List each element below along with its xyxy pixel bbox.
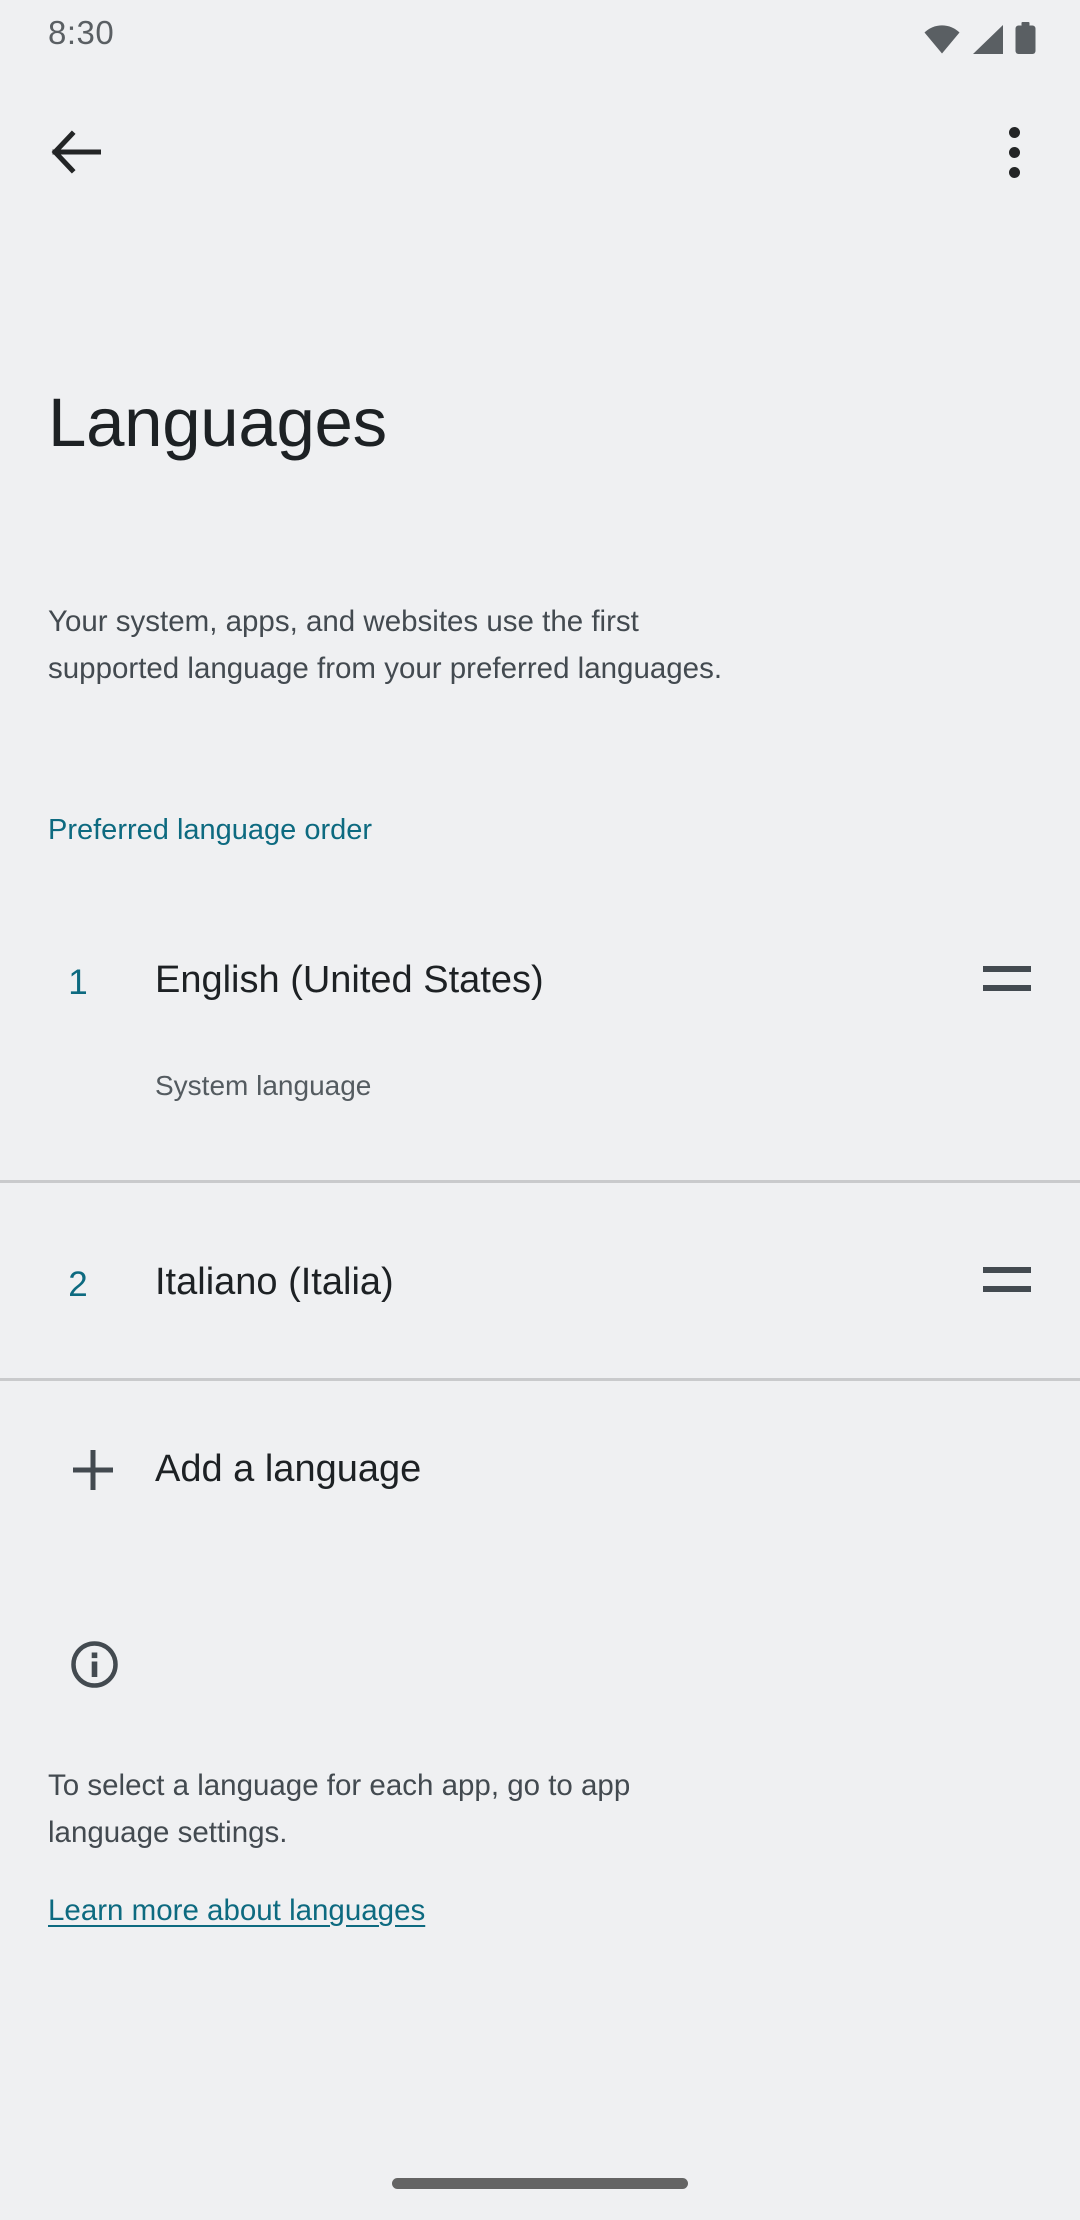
page-title: Languages: [48, 384, 387, 461]
language-subtitle: System language: [155, 1070, 372, 1101]
cell-signal-icon: [973, 25, 1003, 54]
drag-handle-bar: [983, 965, 1031, 972]
more-vert-icon-dot: [1008, 146, 1020, 158]
back-button[interactable]: [30, 112, 122, 192]
add-language-label: Add a language: [155, 1448, 422, 1490]
learn-more-link[interactable]: Learn more about languages: [48, 1890, 425, 1932]
more-vert-icon-dot: [1008, 126, 1020, 138]
language-order-number: 2: [68, 1265, 88, 1304]
language-list-item[interactable]: 2 Italiano (Italia): [0, 1183, 1080, 1380]
drag-handle-icon[interactable]: [983, 1265, 1031, 1293]
back-arrow-icon: [51, 130, 101, 174]
language-name: English (United States): [155, 959, 544, 1001]
more-vert-icon-dot: [1008, 166, 1020, 178]
drag-handle-icon[interactable]: [983, 964, 1031, 992]
home-indicator[interactable]: [392, 2178, 688, 2189]
overflow-menu-button[interactable]: [968, 112, 1060, 192]
language-order-number: 1: [68, 963, 88, 1002]
language-name: Italiano (Italia): [155, 1261, 394, 1303]
status-bar-icons: [924, 16, 1036, 54]
info-circle-icon: [71, 1641, 118, 1688]
drag-handle-bar: [983, 1266, 1031, 1273]
status-bar: 8:30: [0, 0, 1080, 70]
status-bar-clock: 8:30: [48, 14, 115, 51]
section-heading-preferred-language-order: Preferred language order: [48, 814, 373, 846]
add-language-button[interactable]: Add a language: [0, 1381, 1080, 1561]
drag-handle-bar: [983, 984, 1031, 991]
drag-handle-bar: [983, 1285, 1031, 1292]
app-bar: [0, 100, 1080, 200]
plus-icon: [73, 1450, 113, 1490]
footer-help-text: To select a language for each app, go to…: [48, 1769, 631, 1849]
language-list-item[interactable]: 1 English (United States) System languag…: [0, 880, 1080, 1182]
battery-icon: [1015, 22, 1036, 54]
settings-languages-screen: 8:30 Languages Your system, apps, and we…: [0, 0, 1080, 2220]
page-description: Your system, apps, and websites use the …: [48, 605, 723, 685]
wifi-icon: [924, 25, 960, 54]
